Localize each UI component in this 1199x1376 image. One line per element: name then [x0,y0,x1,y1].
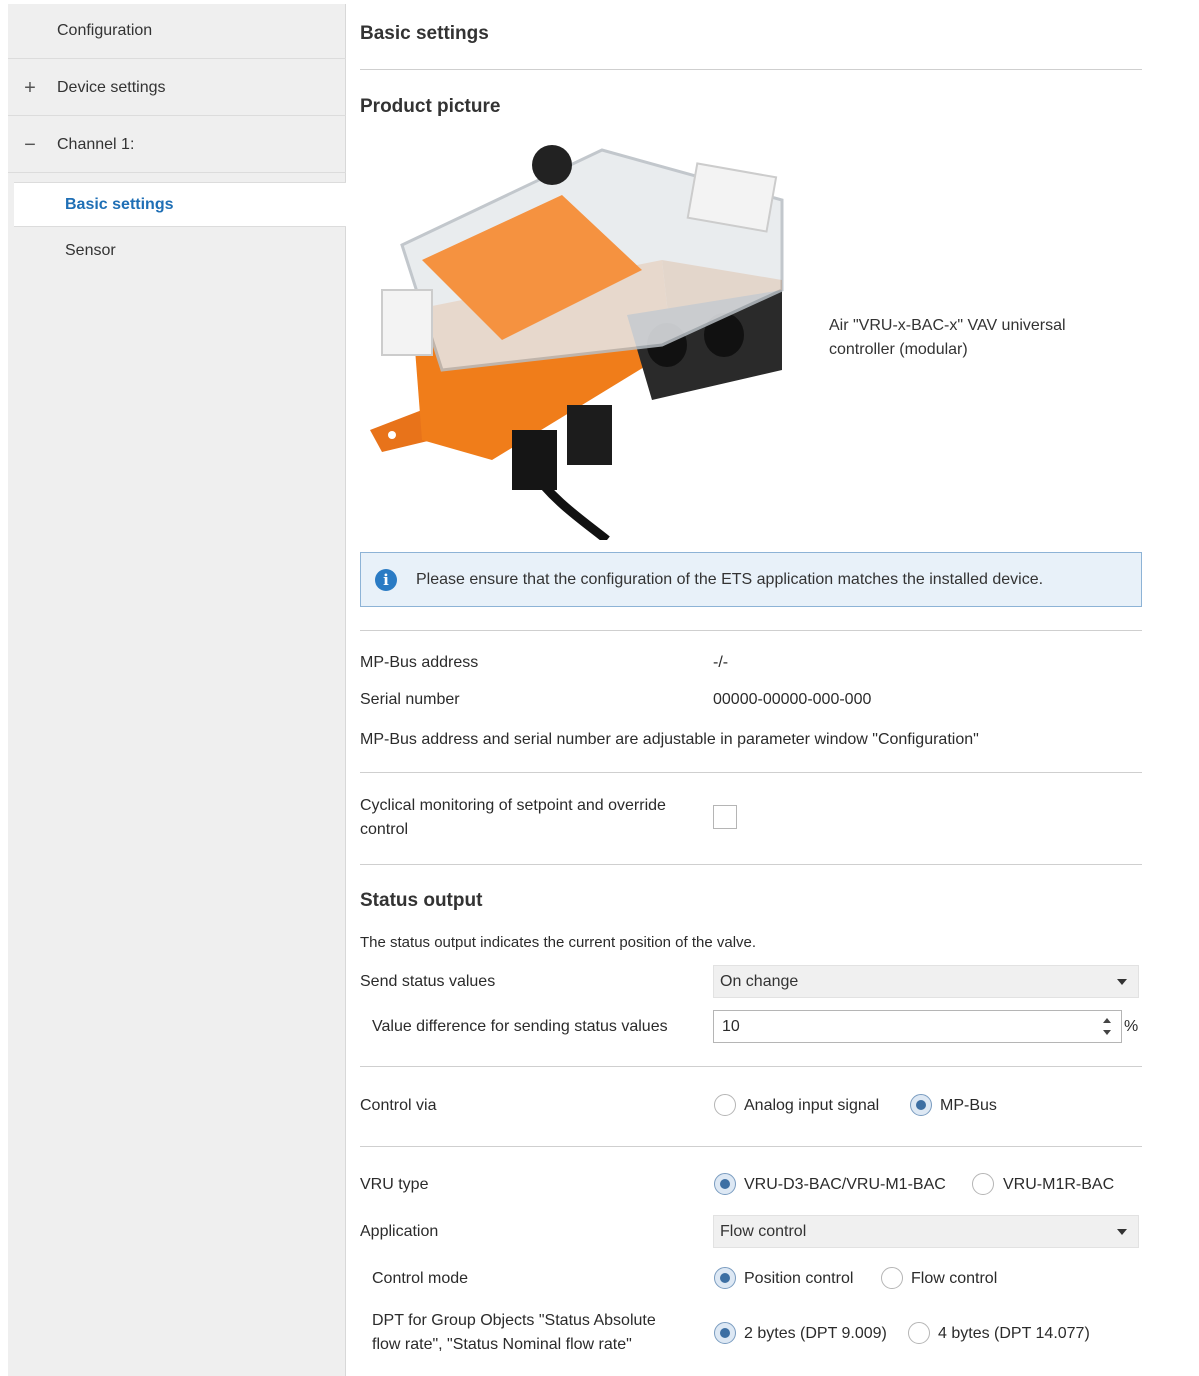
control-via-analog-label[interactable]: Analog input signal [744,1097,879,1115]
adjustable-note: MP-Bus address and serial number are adj… [360,731,979,748]
dpt-2-bytes-label[interactable]: 2 bytes (DPT 9.009) [744,1325,887,1343]
main-panel: Basic settings Product picture Air "VRU-… [360,0,1142,1376]
control-via-mp-bus-label[interactable]: MP-Bus [940,1097,997,1115]
product-caption: Air "VRU-x-BAC-x" VAV universal controll… [829,317,1066,358]
vru-type-label: VRU type [360,1176,429,1193]
vru-type-d3-label[interactable]: VRU-D3-BAC/VRU-M1-BAC [744,1176,946,1194]
value-difference-unit: % [1124,1018,1139,1035]
dpt-4-bytes-label[interactable]: 4 bytes (DPT 14.077) [938,1325,1090,1343]
control-via-label: Control via [360,1097,437,1114]
value-difference-input[interactable]: 10 [713,1010,1122,1043]
sidebar-item-label: Sensor [65,241,116,259]
send-status-label: Send status values [360,973,496,990]
collapse-icon[interactable]: − [22,135,38,155]
info-text: Please ensure that the configuration of … [416,571,1044,588]
divider [360,772,1142,773]
divider [360,864,1142,865]
sidebar-item-device-settings[interactable]: + Device settings [8,61,346,116]
spinner-up-icon[interactable] [1103,1018,1111,1023]
vru-type-m1r-radio[interactable] [972,1173,994,1195]
chevron-down-icon [1117,1229,1127,1235]
status-output-heading: Status output [360,890,483,911]
expand-icon[interactable]: + [22,78,38,98]
cyclical-monitoring-label-line2: control [360,821,409,838]
control-mode-position-radio[interactable] [714,1267,736,1289]
dpt-label-line2: flow rate", "Status Nominal flow rate" [372,1336,632,1353]
dpt-4-bytes-radio[interactable] [908,1322,930,1344]
control-mode-label: Control mode [372,1270,469,1287]
sidebar-item-label: Configuration [57,22,153,39]
control-via-mp-bus-radio[interactable] [910,1094,932,1116]
chevron-down-icon [1117,979,1127,985]
sidebar-item-label: Device settings [57,79,166,96]
product-picture-heading: Product picture [360,96,501,117]
application-dropdown[interactable]: Flow control [713,1215,1139,1248]
info-banner: i Please ensure that the configuration o… [360,552,1142,607]
control-mode-position-label[interactable]: Position control [744,1270,853,1288]
dpt-2-bytes-radio[interactable] [714,1322,736,1344]
application-value: Flow control [720,1223,807,1240]
send-status-value: On change [720,973,799,990]
sidebar-item-configuration[interactable]: Configuration [8,4,346,59]
application-label: Application [360,1223,439,1240]
control-mode-flow-radio[interactable] [881,1267,903,1289]
divider [360,69,1142,70]
cyclical-monitoring-label: Cyclical monitoring of setpoint and over… [360,797,666,814]
spinner-down-icon[interactable] [1103,1030,1111,1035]
value-difference-value: 10 [722,1018,740,1035]
vru-type-m1r-label[interactable]: VRU-M1R-BAC [1003,1176,1114,1194]
sidebar-item-label: Channel 1: [57,136,135,153]
divider [360,630,1142,631]
mp-bus-address-label: MP-Bus address [360,654,479,671]
page-title: Basic settings [360,23,489,44]
divider [360,1066,1142,1067]
sidebar-item-basic-settings[interactable]: Basic settings [14,182,346,227]
serial-number-label: Serial number [360,691,460,708]
status-output-description: The status output indicates the current … [360,934,757,951]
value-difference-label: Value difference for sending status valu… [372,1018,668,1035]
sidebar-item-label: Basic settings [65,195,174,213]
control-via-analog-radio[interactable] [714,1094,736,1116]
sidebar: Configuration + Device settings − Channe… [8,4,346,1376]
send-status-dropdown[interactable]: On change [713,965,1139,998]
dpt-label: DPT for Group Objects "Status Absolute [372,1312,656,1329]
cyclical-monitoring-checkbox[interactable] [713,805,737,829]
sidebar-item-sensor[interactable]: Sensor [14,228,346,273]
divider [360,1146,1142,1147]
vru-type-d3-radio[interactable] [714,1173,736,1195]
product-picture [370,145,784,540]
serial-number-value: 00000-00000-000-000 [713,691,872,708]
mp-bus-address-value: -/- [713,654,729,671]
sidebar-item-channel-1[interactable]: − Channel 1: [8,118,346,173]
spinner-icon[interactable] [1103,1015,1113,1039]
info-icon: i [375,569,397,591]
control-mode-flow-label[interactable]: Flow control [911,1270,997,1288]
